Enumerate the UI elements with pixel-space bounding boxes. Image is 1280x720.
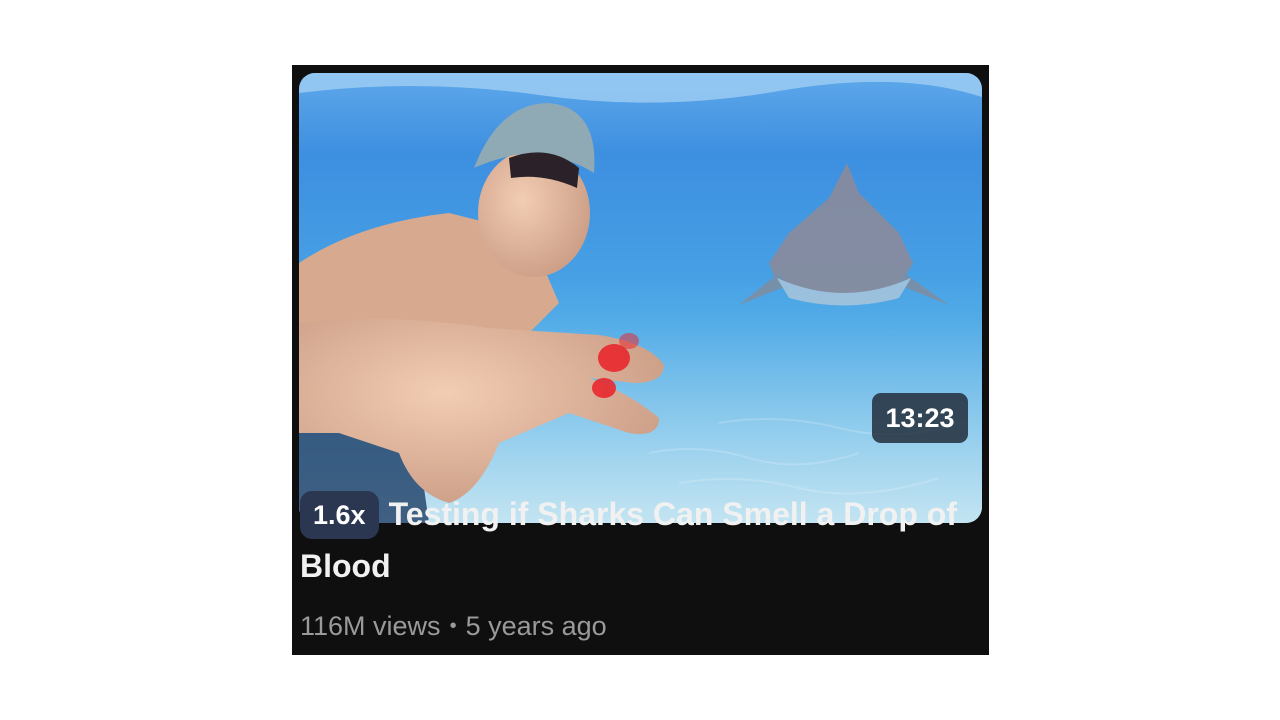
meta-separator: • (449, 615, 457, 637)
video-thumbnail[interactable]: 13:23 (299, 73, 982, 523)
video-metadata: 116M views • 5 years ago (300, 608, 607, 647)
playback-speed-badge: 1.6x (300, 490, 379, 539)
video-title-text: Testing if Sharks Can Smell a Drop of Bl… (300, 496, 957, 584)
duration-badge: 13:23 (872, 393, 968, 443)
upload-age: 5 years ago (465, 611, 607, 641)
video-title[interactable]: 1.6x Testing if Sharks Can Smell a Drop o… (300, 489, 960, 591)
video-card[interactable]: 13:23 1.6x Testing if Sharks Can Smell a … (292, 65, 989, 655)
view-count: 116M views (300, 611, 441, 641)
thumbnail-image (299, 73, 982, 523)
